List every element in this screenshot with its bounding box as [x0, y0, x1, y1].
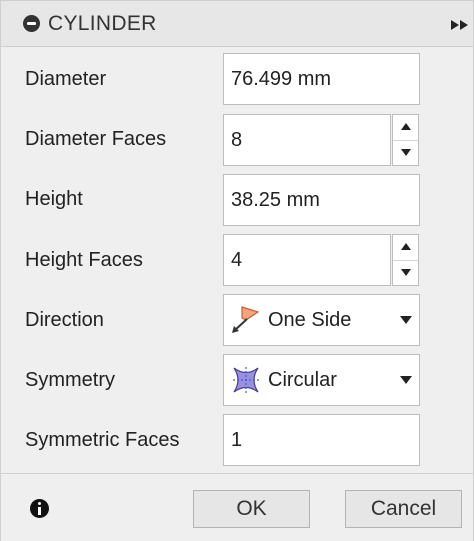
direction-label: Direction [25, 309, 104, 331]
height-faces-value: 4 [231, 249, 243, 271]
cylinder-dialog: CYLINDER Diameter 76.499 mm Diameter Fac… [0, 0, 474, 541]
diameter-faces-decrement-button[interactable] [393, 140, 418, 165]
cancel-button[interactable]: Cancel [345, 490, 462, 528]
height-faces-label: Height Faces [25, 249, 143, 271]
symmetric-faces-label: Symmetric Faces [25, 429, 180, 451]
height-label: Height [25, 188, 83, 210]
symmetric-faces-input[interactable]: 1 [223, 414, 420, 466]
chevron-down-icon [400, 376, 412, 384]
ok-button[interactable]: OK [193, 490, 310, 528]
height-faces-stepper [392, 234, 419, 286]
diameter-input[interactable]: 76.499 mm [223, 53, 420, 105]
diameter-faces-increment-button[interactable] [393, 115, 418, 141]
height-faces-decrement-button[interactable] [393, 260, 418, 285]
symmetry-label: Symmetry [25, 369, 115, 391]
diameter-faces-label: Diameter Faces [25, 128, 167, 150]
dialog-header: CYLINDER [1, 1, 473, 47]
diameter-faces-stepper [392, 114, 419, 166]
diameter-label: Diameter [25, 68, 107, 90]
info-icon[interactable] [30, 499, 49, 518]
one-side-direction-icon [230, 305, 262, 335]
symmetry-dropdown[interactable]: Circular [223, 354, 420, 406]
diameter-faces-input[interactable]: 8 [223, 114, 391, 166]
height-faces-increment-button[interactable] [393, 235, 418, 261]
minus-circle-icon[interactable] [23, 15, 40, 32]
circular-symmetry-icon [230, 365, 262, 395]
double-chevron-right-icon[interactable] [451, 18, 469, 32]
height-input[interactable]: 38.25 mm [223, 174, 420, 226]
chevron-down-icon [400, 316, 412, 324]
direction-dropdown[interactable]: One Side [223, 294, 420, 346]
dialog-title: CYLINDER [48, 12, 157, 35]
dialog-footer: OK Cancel [1, 473, 473, 541]
height-faces-input[interactable]: 4 [223, 234, 391, 286]
diameter-faces-value: 8 [231, 129, 243, 151]
height-value: 38.25 mm [231, 189, 320, 211]
symmetry-value: Circular [268, 369, 337, 391]
diameter-value: 76.499 mm [231, 68, 332, 90]
symmetric-faces-value: 1 [231, 429, 243, 451]
direction-value: One Side [268, 309, 352, 331]
